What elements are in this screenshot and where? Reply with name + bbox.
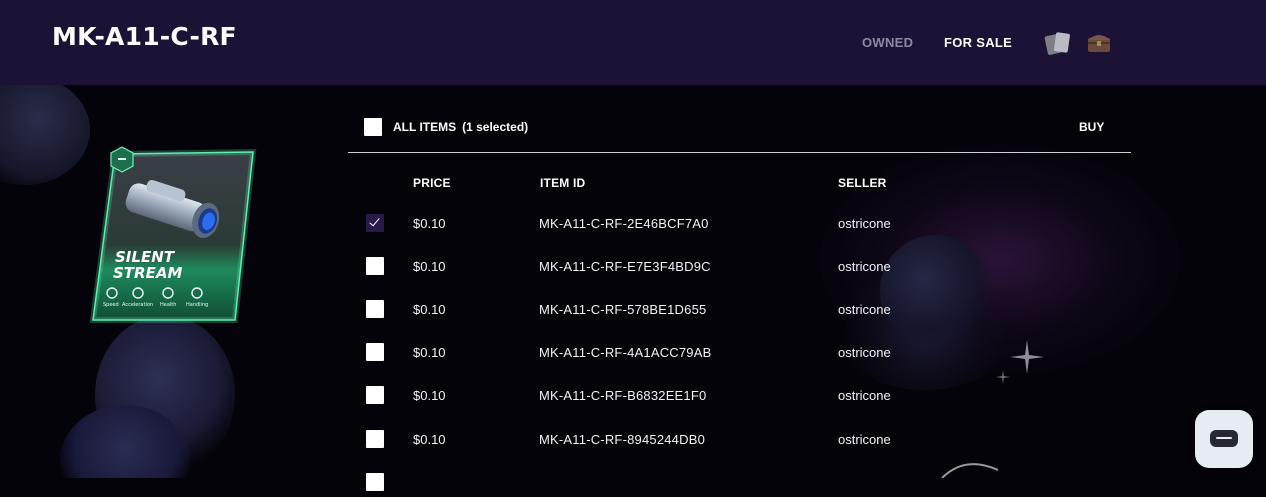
select-all-label: ALL ITEMS (1 selected) xyxy=(393,120,528,134)
row-price: $0.10 xyxy=(413,259,446,274)
table-row[interactable]: $0.10 MK-A11-C-RF-E7E3F4BD9C ostricone xyxy=(348,251,1131,281)
row-checkbox[interactable] xyxy=(366,257,384,275)
row-item-id: MK-A11-C-RF-4A1ACC79AB xyxy=(539,345,712,360)
row-seller: ostricone xyxy=(838,259,891,274)
item-card: SILENT STREAM Speed Acceleration Health … xyxy=(89,146,257,323)
card-name-line2: STREAM xyxy=(113,264,182,282)
top-header: MK-A11-C-RF OWNED FOR SALE xyxy=(0,0,1266,85)
page-title: MK-A11-C-RF xyxy=(52,22,237,51)
row-price: $0.10 xyxy=(413,432,446,447)
row-seller: ostricone xyxy=(838,302,891,317)
stat-speed-label: Speed xyxy=(103,302,119,308)
table-row[interactable]: $0.10 MK-A11-C-RF-2E46BCF7A0 ostricone xyxy=(348,208,1131,238)
column-header-seller[interactable]: SELLER xyxy=(838,176,887,190)
select-all-checkbox[interactable] xyxy=(364,118,382,136)
table-row[interactable]: $0.10 MK-A11-C-RF-578BE1D655 ostricone xyxy=(348,294,1131,324)
asteroid xyxy=(0,85,90,185)
row-price: $0.10 xyxy=(413,302,446,317)
row-item-id: MK-A11-C-RF-B6832EE1F0 xyxy=(539,388,707,403)
stat-handling-label: Handling xyxy=(186,302,208,308)
row-item-id: MK-A11-C-RF-8945244DB0 xyxy=(539,432,705,447)
all-items-text: ALL ITEMS xyxy=(393,120,457,134)
row-item-id: MK-A11-C-RF-578BE1D655 xyxy=(539,302,707,317)
stat-acceleration-label: Acceleration xyxy=(122,302,153,308)
row-seller: ostricone xyxy=(838,345,891,360)
row-item-id: MK-A11-C-RF-E7E3F4BD9C xyxy=(539,259,711,274)
row-price: $0.10 xyxy=(413,345,446,360)
cards-icon[interactable] xyxy=(1043,30,1073,56)
table-row[interactable]: $0.10 MK-A11-C-RF-B6832EE1F0 ostricone xyxy=(348,380,1131,410)
divider xyxy=(348,152,1131,153)
tab-owned[interactable]: OWNED xyxy=(862,35,913,50)
table-row[interactable] xyxy=(348,467,1131,497)
row-checkbox[interactable] xyxy=(366,343,384,361)
row-checkbox[interactable] xyxy=(366,386,384,404)
stat-health-label: Health xyxy=(160,302,176,308)
chat-button[interactable] xyxy=(1195,410,1253,468)
row-seller: ostricone xyxy=(838,432,891,447)
buy-button[interactable]: BUY xyxy=(1079,120,1104,134)
row-item-id: MK-A11-C-RF-2E46BCF7A0 xyxy=(539,216,709,231)
column-header-price[interactable]: PRICE xyxy=(413,176,451,190)
row-checkbox[interactable] xyxy=(366,430,384,448)
row-seller: ostricone xyxy=(838,216,891,231)
row-price: $0.10 xyxy=(413,388,446,403)
tab-for-sale[interactable]: FOR SALE xyxy=(944,35,1012,50)
row-seller: ostricone xyxy=(838,388,891,403)
row-checkbox[interactable] xyxy=(366,473,384,491)
table-row[interactable]: $0.10 MK-A11-C-RF-4A1ACC79AB ostricone xyxy=(348,337,1131,367)
row-checkbox[interactable] xyxy=(366,300,384,318)
treasure-chest-icon[interactable] xyxy=(1085,29,1113,55)
row-price: $0.10 xyxy=(413,216,446,231)
selected-count: (1 selected) xyxy=(462,120,529,134)
row-checkbox[interactable] xyxy=(366,214,384,232)
column-header-item-id[interactable]: ITEM ID xyxy=(540,176,585,190)
table-row[interactable]: $0.10 MK-A11-C-RF-8945244DB0 ostricone xyxy=(348,424,1131,454)
chat-icon xyxy=(1210,430,1238,447)
